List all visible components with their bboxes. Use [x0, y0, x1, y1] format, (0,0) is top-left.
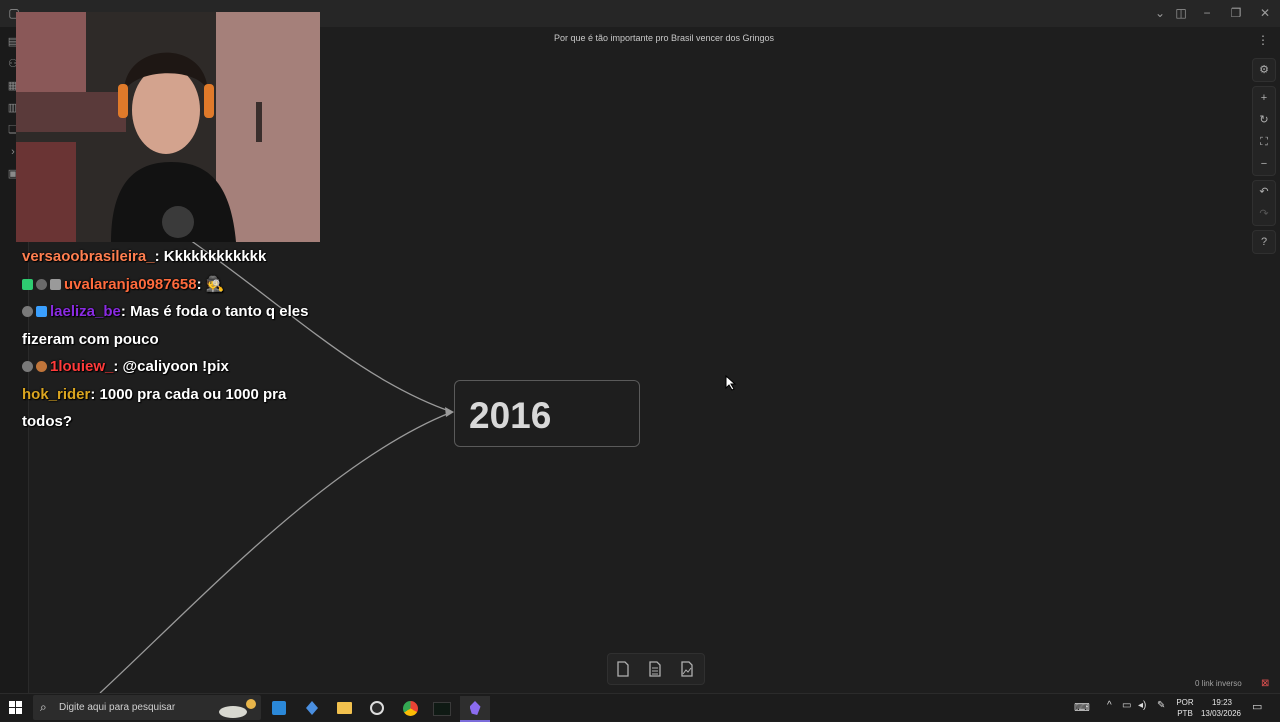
- canvas-add-toolbar: [607, 653, 705, 685]
- chat-message: uvalaranja0987658: 🕵: [22, 271, 322, 299]
- taskbar-explorer[interactable]: [329, 696, 359, 720]
- chat-text: 🕵: [205, 275, 225, 293]
- zoom-to-fit-icon[interactable]: ⛶: [1253, 131, 1275, 153]
- obsidian-icon: [469, 701, 481, 715]
- store-icon: [272, 701, 286, 715]
- chat-message: hok_rider: 1000 pra cada ou 1000 pra tod…: [22, 381, 322, 436]
- taskbar-store[interactable]: [264, 696, 294, 720]
- chat-text: Kkkkkkkkkkkk: [163, 248, 267, 265]
- chat-username: versaoobrasileira_: [22, 248, 155, 265]
- search-highlight-image: [219, 699, 256, 718]
- node-text: 2016: [469, 395, 552, 436]
- search-placeholder: Digite aqui para pesquisar: [59, 702, 176, 713]
- chat-separator: :: [154, 248, 164, 265]
- clock-date[interactable]: 13/03/2026: [1198, 709, 1244, 718]
- taskbar-terminal[interactable]: [427, 696, 457, 720]
- taskbar-chrome[interactable]: [395, 696, 425, 720]
- badge-icon: [22, 306, 33, 317]
- chat-username: 1louiew_: [50, 358, 114, 375]
- notifications-icon[interactable]: ▭: [1252, 700, 1262, 713]
- history-controls: ↶ ↷: [1252, 180, 1276, 226]
- zoom-controls: + ↻ ⛶ −: [1252, 86, 1276, 176]
- chrome-icon: [402, 701, 418, 716]
- badge-icon: [50, 278, 61, 290]
- badge-icon: [36, 361, 47, 372]
- windows-taskbar: ⌕ Digite aqui para pesquisar ⌨ ^ ▭ ◂) ✎ …: [0, 693, 1280, 722]
- language-code[interactable]: POR: [1174, 698, 1196, 707]
- chat-separator: :: [196, 275, 206, 293]
- taskbar-obsidian[interactable]: [460, 696, 490, 722]
- add-card-icon[interactable]: [614, 660, 632, 678]
- chat-username: laeliza_be: [50, 303, 121, 320]
- reset-zoom-icon[interactable]: ↻: [1253, 109, 1275, 131]
- badge-icon: [22, 361, 33, 372]
- chat-text: @caliyoon !pix: [122, 358, 229, 375]
- folder-icon: [336, 702, 352, 714]
- chat-separator: :: [113, 358, 123, 375]
- webcam-overlay: [16, 12, 320, 242]
- webcam-feed-image: [16, 12, 320, 242]
- redo-icon[interactable]: ↷: [1253, 203, 1275, 225]
- mouse-cursor-icon: [725, 375, 737, 391]
- taskbar-app-2[interactable]: [297, 696, 327, 720]
- badge-icon: [22, 278, 33, 290]
- keyboard-layout[interactable]: PTB: [1174, 709, 1196, 718]
- search-icon: ⌕: [40, 700, 47, 714]
- chevron-up-icon[interactable]: ^: [1107, 700, 1112, 711]
- pen-icon[interactable]: ✎: [1157, 700, 1165, 711]
- volume-icon[interactable]: ◂): [1138, 700, 1146, 711]
- badge-icon: [36, 278, 47, 290]
- edge-arrowhead: [445, 407, 454, 417]
- more-options-icon[interactable]: ⋮: [1256, 33, 1270, 47]
- network-icon[interactable]: ▭: [1122, 700, 1131, 711]
- chat-username: hok_rider: [22, 385, 91, 403]
- keyboard-icon[interactable]: ⌨: [1074, 701, 1090, 714]
- edge-from-bottom: [99, 411, 453, 694]
- help-group: ?: [1252, 230, 1276, 254]
- clock-time[interactable]: 19:23: [1200, 698, 1244, 707]
- chat-username: uvalaranja0987658: [64, 275, 197, 293]
- chat-message: versaoobrasileira_: Kkkkkkkkkkkk: [22, 243, 322, 271]
- terminal-app-icon: [433, 702, 451, 716]
- add-media-icon[interactable]: [678, 660, 696, 678]
- canvas-settings-group: ⚙: [1252, 58, 1276, 82]
- zoom-out-icon[interactable]: −: [1253, 153, 1275, 175]
- stream-chat: versaoobrasileira_: Kkkkkkkkkkkk uvalara…: [22, 243, 322, 436]
- chat-separator: :: [90, 385, 100, 403]
- obs-icon: [370, 701, 384, 715]
- help-icon[interactable]: ?: [1253, 231, 1275, 253]
- backlinks-count[interactable]: 0 link inverso: [1195, 679, 1242, 688]
- chat-message: laeliza_be: Mas é foda o tanto q eles fi…: [22, 298, 322, 353]
- badge-icon: [36, 306, 47, 317]
- chat-message: 1louiew_: @caliyoon !pix: [22, 353, 322, 381]
- zoom-in-icon[interactable]: +: [1253, 87, 1275, 109]
- add-note-icon[interactable]: [646, 660, 664, 678]
- undo-icon[interactable]: ↶: [1253, 181, 1275, 203]
- chat-separator: :: [120, 303, 131, 320]
- taskbar-obs[interactable]: [362, 696, 392, 720]
- canvas-node[interactable]: 2016: [454, 380, 640, 447]
- taskbar-search[interactable]: ⌕ Digite aqui para pesquisar: [33, 695, 261, 720]
- settings-icon[interactable]: ⚙: [1253, 59, 1275, 81]
- windows-start-icon[interactable]: [9, 701, 22, 714]
- app-icon: [306, 701, 318, 715]
- note-title: Por que é tão importante pro Brasil venc…: [553, 33, 775, 43]
- link-broken-icon[interactable]: ⊠: [1261, 678, 1269, 689]
